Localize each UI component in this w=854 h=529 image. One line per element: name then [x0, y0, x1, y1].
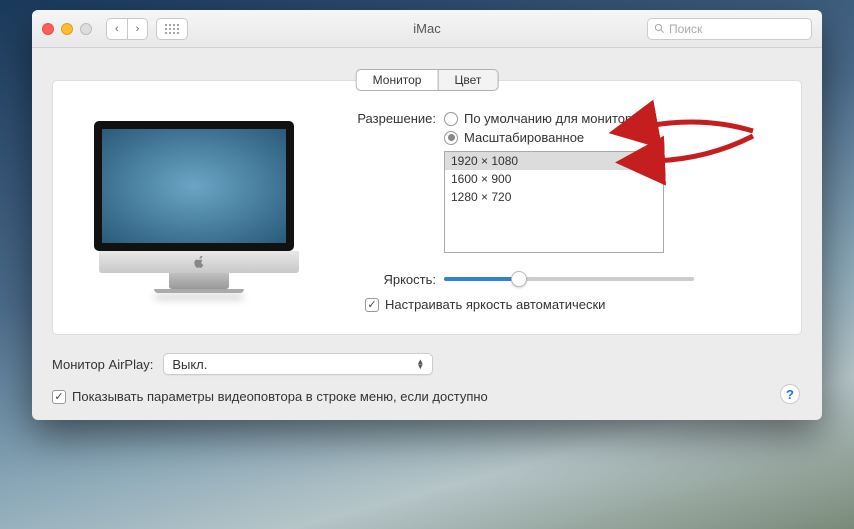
airplay-label: Монитор AirPlay: [52, 357, 153, 372]
grid-icon [165, 24, 179, 34]
display-preview [79, 111, 319, 312]
radio-default-label: По умолчанию для монитора [464, 111, 639, 126]
forward-button[interactable]: › [127, 18, 149, 40]
chevron-right-icon: › [136, 23, 140, 35]
radio-scaled-resolution[interactable] [444, 131, 458, 145]
list-item[interactable]: 1280 × 720 [445, 188, 663, 206]
search-icon [654, 23, 665, 34]
show-all-button[interactable] [156, 18, 188, 40]
tab-bar: Монитор Цвет [356, 69, 499, 91]
titlebar: ‹ › iMac Поиск [32, 10, 822, 48]
show-mirror-label: Показывать параметры видеоповтора в стро… [72, 389, 488, 404]
apple-logo-icon [194, 256, 204, 268]
radio-scaled-label: Масштабированное [464, 130, 584, 145]
auto-brightness-checkbox[interactable]: ✓ [365, 298, 379, 312]
back-button[interactable]: ‹ [106, 18, 127, 40]
slider-thumb[interactable] [511, 271, 527, 287]
list-item[interactable]: 1920 × 1080 [445, 152, 663, 170]
airplay-select[interactable]: Выкл. ▲▼ [163, 353, 433, 375]
zoom-button[interactable] [80, 23, 92, 35]
window-controls [42, 23, 92, 35]
help-icon: ? [786, 387, 794, 402]
resolution-label: Разрешение: [339, 111, 444, 253]
auto-brightness-label: Настраивать яркость автоматически [385, 297, 605, 312]
minimize-button[interactable] [61, 23, 73, 35]
brightness-slider[interactable] [444, 269, 694, 289]
chevron-left-icon: ‹ [115, 23, 119, 35]
list-item[interactable]: 1600 × 900 [445, 170, 663, 188]
bottom-section: Монитор AirPlay: Выкл. ▲▼ ✓ Показывать п… [52, 353, 802, 404]
chevron-updown-icon: ▲▼ [416, 359, 424, 369]
resolution-listbox[interactable]: 1920 × 1080 1600 × 900 1280 × 720 [444, 151, 664, 253]
preferences-window: ‹ › iMac Поиск Монитор Цвет [32, 10, 822, 420]
airplay-value: Выкл. [172, 357, 207, 372]
window-title: iMac [413, 21, 440, 36]
tab-monitor[interactable]: Монитор [356, 69, 438, 91]
content-area: Монитор Цвет Разрешение: [32, 48, 822, 420]
search-placeholder: Поиск [669, 22, 702, 36]
help-button[interactable]: ? [780, 384, 800, 404]
settings-column: Разрешение: По умолчанию для монитора Ма… [339, 111, 775, 312]
brightness-label: Яркость: [339, 272, 444, 287]
close-button[interactable] [42, 23, 54, 35]
navigation-buttons: ‹ › [106, 18, 148, 40]
radio-default-resolution[interactable] [444, 112, 458, 126]
search-input[interactable]: Поиск [647, 18, 812, 40]
tab-color[interactable]: Цвет [437, 69, 498, 91]
settings-panel: Монитор Цвет Разрешение: [52, 80, 802, 335]
show-mirror-checkbox[interactable]: ✓ [52, 390, 66, 404]
